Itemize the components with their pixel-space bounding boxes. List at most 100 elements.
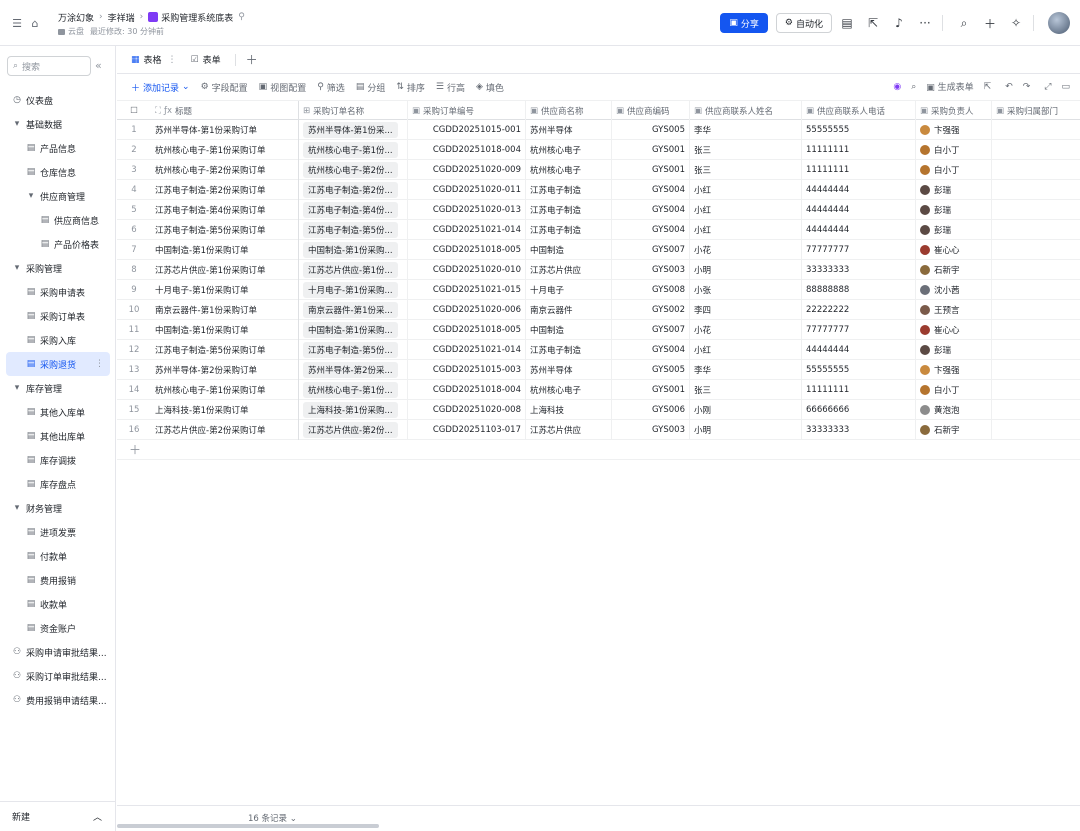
table-cell[interactable] [992,400,1078,420]
table-cell[interactable]: 江苏电子制造 [526,180,612,200]
table-cell[interactable]: 杭州核心电子-第2份... [299,160,408,180]
linked-record-tag[interactable]: 十月电子-第1份采购... [303,282,398,298]
table-cell[interactable]: 上海科技 [526,400,612,420]
table-cell[interactable]: 中国制造 [526,320,612,340]
table-cell[interactable] [992,340,1078,360]
table-cell[interactable]: 彭瑞 [916,220,992,240]
table-cell[interactable]: CGDD20251020-013 [408,200,526,220]
table-row[interactable]: 11 中国制造-第1份采购订单 中国制造-第1份采购... CGDD20251018-… [117,320,1080,340]
person-chip[interactable]: 王预言 [920,304,960,316]
table-cell[interactable]: 江苏电子制造-第5份... [299,340,408,360]
sparkle-icon[interactable]: ✧ [1005,12,1027,34]
column-header[interactable]: ▣ 供应商编码 [612,101,690,121]
table-cell[interactable]: 小红 [690,180,802,200]
table-cell[interactable] [992,420,1078,440]
table-cell[interactable]: CGDD20251015-001 [408,120,526,140]
table-row[interactable]: 12 江苏电子制造-第5份采购订单 江苏电子制造-第5份... CGDD2025102… [117,340,1080,360]
sidebar-item[interactable]: ▤ 费用报销 [0,568,116,592]
linked-record-tag[interactable]: 江苏电子制造-第4份... [303,202,398,218]
table-row[interactable]: 14 杭州核心电子-第1份采购订单 杭州核心电子-第1份... CGDD2025101… [117,380,1080,400]
table-cell[interactable]: 杭州核心电子 [526,380,612,400]
automation-button[interactable]: ⚙ 自动化 [775,13,832,33]
sidebar-item[interactable]: ▤ 采购退货 ⋮ [6,352,110,376]
sidebar-item[interactable]: ▤ 采购申请表 [0,280,116,304]
table-cell[interactable]: 苏州半导体-第1份采购订单 [151,120,299,140]
table-cell[interactable]: 小红 [690,220,802,240]
table-cell[interactable]: CGDD20251015-003 [408,360,526,380]
table-cell[interactable]: CGDD20251018-005 [408,240,526,260]
field-config-button[interactable]: ⚙ 字段配置 [201,81,248,94]
sidebar-item[interactable]: ▤ 收款单 [0,592,116,616]
table-cell[interactable]: CGDD20251018-004 [408,140,526,160]
linked-record-tag[interactable]: 杭州核心电子-第2份... [303,162,398,178]
table-cell[interactable]: CGDD20251021-014 [408,220,526,240]
table-cell[interactable]: 沈小茜 [916,280,992,300]
table-cell[interactable]: GYS001 [612,380,690,400]
fill-color-button[interactable]: ◈ 填色 [476,81,504,94]
breadcrumb-item[interactable]: 万涂幻象 [58,11,94,24]
table-cell[interactable]: 33333333 [802,420,916,440]
table-cell[interactable]: GYS004 [612,220,690,240]
table-cell[interactable]: 杭州核心电子-第2份采购订单 [151,160,299,180]
column-header[interactable]: ▣ 采购负责人 [916,101,992,121]
more-vertical-icon[interactable]: ⋮ [95,359,104,369]
more-icon[interactable]: ··· [914,12,936,34]
table-cell[interactable] [992,360,1078,380]
home-icon[interactable]: ⌂ [26,14,44,32]
table-cell[interactable]: GYS004 [612,200,690,220]
table-cell[interactable]: 江苏芯片供应-第1份采购订单 [151,260,299,280]
table-cell[interactable]: 十月电子-第1份采购... [299,280,408,300]
table-cell[interactable]: 苏州半导体-第2份采购订单 [151,360,299,380]
table-cell[interactable] [992,160,1078,180]
table-cell[interactable]: 江苏芯片供应-第2份... [299,420,408,440]
group-button[interactable]: ▤ 分组 [356,81,386,94]
table-cell[interactable]: GYS005 [612,120,690,140]
person-chip[interactable]: 崔心心 [920,324,960,336]
person-chip[interactable]: 彭瑞 [920,224,951,236]
table-row[interactable]: 9 十月电子-第1份采购订单 十月电子-第1份采购... CGDD20251021-0… [117,280,1080,300]
table-cell[interactable]: GYS007 [612,320,690,340]
row-height-button[interactable]: ☰ 行高 [436,81,465,94]
table-cell[interactable]: GYS002 [612,300,690,320]
table-cell[interactable]: 小张 [690,280,802,300]
table-cell[interactable]: 小明 [690,260,802,280]
sidebar-item[interactable]: ▤ 仓库信息 [0,160,116,184]
table-cell[interactable]: 44444444 [802,180,916,200]
table-cell[interactable]: 77777777 [802,320,916,340]
sidebar-item[interactable]: ▾ 库存管理 [0,376,116,400]
sidebar-item[interactable]: ▤ 产品信息 [0,136,116,160]
column-header[interactable]: ⊞ 采购订单名称 [299,101,408,121]
breadcrumb-item[interactable]: 李祥瑞 [108,11,135,24]
table-cell[interactable] [992,260,1078,280]
table-cell[interactable]: GYS004 [612,180,690,200]
table-cell[interactable]: 石新宇 [916,420,992,440]
table-cell[interactable]: 22222222 [802,300,916,320]
table-cell[interactable]: CGDD20251020-010 [408,260,526,280]
table-row[interactable]: 3 杭州核心电子-第2份采购订单 杭州核心电子-第2份... CGDD20251020… [117,160,1080,180]
table-cell[interactable]: 十月电子 [526,280,612,300]
table-cell[interactable]: 王预言 [916,300,992,320]
table-cell[interactable]: 中国制造-第1份采购... [299,240,408,260]
table-cell[interactable]: 李四 [690,300,802,320]
redo-icon[interactable]: ↷ [1023,82,1031,92]
linked-record-tag[interactable]: 杭州核心电子-第1份... [303,142,398,158]
sidebar-item[interactable]: ▾ 采购管理 [0,256,116,280]
linked-record-tag[interactable]: 江苏电子制造-第5份... [303,342,398,358]
table-cell[interactable]: 江苏芯片供应 [526,260,612,280]
person-chip[interactable]: 彭瑞 [920,184,951,196]
sidebar-item[interactable]: ▾ 财务管理 [0,496,116,520]
table-cell[interactable]: CGDD20251020-011 [408,180,526,200]
table-cell[interactable]: 江苏芯片供应-第1份... [299,260,408,280]
filter-button[interactable]: ⚲ 筛选 [317,81,345,94]
table-row[interactable]: 4 江苏电子制造-第2份采购订单 江苏电子制造-第2份... CGDD20251020… [117,180,1080,200]
column-header[interactable]: ▣ 供应商联系人姓名 [690,101,802,121]
table-cell[interactable]: 江苏电子制造-第5份... [299,220,408,240]
linked-record-tag[interactable]: 江苏芯片供应-第2份... [303,422,398,438]
table-cell[interactable]: 88888888 [802,280,916,300]
table-row[interactable]: 16 江苏芯片供应-第2份采购订单 江苏芯片供应-第2份... CGDD2025110… [117,420,1080,440]
column-header[interactable]: ▣ 供应商联系人电话 [802,101,916,121]
sidebar-item[interactable]: ◷ 仪表盘 [0,88,116,112]
column-header[interactable]: ⛶ ƒx 标题 [151,101,299,121]
sidebar-item[interactable]: ▤ 进项发票 [0,520,116,544]
horizontal-scrollbar[interactable] [117,824,379,828]
